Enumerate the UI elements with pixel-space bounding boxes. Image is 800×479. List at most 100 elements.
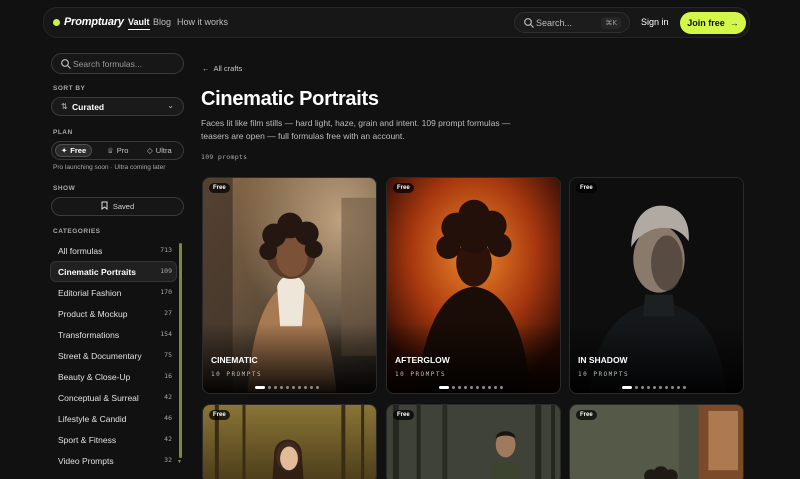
chevron-down-icon: ⌄ — [167, 101, 174, 110]
category-count: 42 — [164, 393, 172, 401]
page-title: Cinematic Portraits — [201, 88, 379, 110]
free-badge: Free — [393, 183, 414, 193]
category-name: Street & Documentary — [58, 351, 142, 361]
free-badge: Free — [209, 410, 230, 420]
categories-label: CATEGORIES — [53, 228, 101, 235]
sidebar-scrollbar[interactable] — [179, 243, 182, 458]
search-placeholder: Search formulas... — [73, 59, 142, 69]
arrow-left-icon: ← — [202, 64, 210, 73]
free-badge: Free — [576, 410, 597, 420]
category-count: 32 — [164, 456, 172, 464]
carousel-dots[interactable] — [622, 386, 686, 389]
nav-link-blog[interactable]: Blog — [153, 17, 171, 27]
card-prompt-count: 10 PROMPTS — [578, 371, 630, 378]
free-badge: Free — [576, 183, 597, 193]
category-item[interactable]: Beauty & Close-Up 16 — [50, 366, 177, 387]
collection-card[interactable]: Free — [569, 404, 744, 479]
category-name: All formulas — [58, 246, 103, 256]
sort-by-label: SORT BY — [53, 85, 86, 92]
category-name: Lifestyle & Candid — [58, 414, 127, 424]
bookmark-icon — [101, 201, 108, 212]
category-count: 27 — [164, 309, 172, 317]
card-title: CINEMATIC — [211, 355, 258, 365]
category-count: 170 — [160, 288, 172, 296]
card-title: AFTERGLOW — [395, 355, 450, 365]
category-count: 109 — [160, 267, 172, 275]
category-count: 154 — [160, 330, 172, 338]
search-icon — [524, 18, 534, 28]
category-item[interactable]: Lifestyle & Candid 46 — [50, 408, 177, 429]
card-title: IN SHADOW — [578, 355, 628, 365]
signin-link[interactable]: Sign in — [641, 17, 669, 27]
nav-link-vault[interactable]: Vault — [128, 17, 150, 30]
crown-icon: ♕ — [107, 146, 114, 155]
search-shortcut: ⌘K — [601, 17, 621, 29]
sort-icon: ⇅ — [61, 102, 68, 111]
collection-card-cinematic[interactable]: Free CINEMATIC 10 PROMPTS — [202, 177, 377, 394]
category-name: Transformations — [58, 330, 120, 340]
saved-label: Saved — [112, 202, 135, 211]
category-name: Video Prompts — [58, 456, 114, 466]
carousel-dots[interactable] — [255, 386, 319, 389]
category-item[interactable]: Video Prompts 32 — [50, 450, 177, 471]
carousel-dots[interactable] — [439, 386, 503, 389]
card-prompt-count: 10 PROMPTS — [395, 371, 447, 378]
category-list: All formulas 713 Cinematic Portraits 109 E… — [50, 240, 177, 471]
free-badge: Free — [393, 410, 414, 420]
collection-card[interactable]: Free — [202, 404, 377, 479]
category-item[interactable]: Sport & Fitness 42 — [50, 429, 177, 450]
category-item-active[interactable]: Cinematic Portraits 109 — [50, 261, 177, 282]
plan-ultra-label: Ultra — [155, 146, 172, 155]
sort-value: Curated — [72, 102, 105, 112]
arrow-right-icon: → — [729, 18, 739, 28]
plan-selector: ✦ Free ♕ Pro ◇ Ultra — [51, 141, 184, 160]
logo[interactable]: Promptuary — [64, 16, 124, 28]
category-item[interactable]: Product & Mockup 27 — [50, 303, 177, 324]
join-free-label: Join free — [687, 18, 725, 28]
category-item[interactable]: Conceptual & Surreal 42 — [50, 387, 177, 408]
diamond-icon: ◇ — [147, 146, 153, 155]
category-name: Sport & Fitness — [58, 435, 117, 445]
plan-free-label: Free — [70, 146, 87, 155]
saved-filter-button[interactable]: Saved — [51, 197, 184, 216]
free-badge: Free — [209, 183, 230, 193]
category-count: 42 — [164, 435, 172, 443]
category-item[interactable]: Street & Documentary 75 — [50, 345, 177, 366]
search-icon — [61, 59, 71, 69]
prompt-count: 109 prompts — [201, 153, 248, 161]
category-name: Beauty & Close-Up — [58, 372, 131, 382]
page-description: Faces lit like film stills — hard light,… — [201, 118, 511, 141]
top-navbar: Promptuary Vault Blog How it works Searc… — [43, 7, 750, 38]
collection-card-afterglow[interactable]: Free AFTERGLOW 10 PROMPTS — [386, 177, 561, 394]
plan-label: PLAN — [53, 129, 73, 136]
category-count: 75 — [164, 351, 172, 359]
category-name: Product & Mockup — [58, 309, 128, 319]
scroll-down-icon[interactable]: ▼ — [177, 459, 182, 465]
plan-note: Pro launching soon · Ultra coming later — [53, 164, 166, 171]
category-count: 16 — [164, 372, 172, 380]
nav-search-button[interactable]: Search... ⌘K — [514, 12, 630, 33]
logo-dot-icon — [53, 19, 60, 26]
nav-link-how-it-works[interactable]: How it works — [177, 17, 228, 27]
search-label: Search... — [536, 18, 573, 28]
plan-option-pro[interactable]: ♕ Pro — [107, 144, 128, 157]
back-label: All crafts — [213, 64, 243, 73]
formula-search-input[interactable]: Search formulas... — [51, 53, 184, 74]
category-item[interactable]: Editorial Fashion 170 — [50, 282, 177, 303]
plan-option-ultra[interactable]: ◇ Ultra — [147, 144, 172, 157]
sparkle-icon: ✦ — [61, 146, 68, 155]
category-name: Cinematic Portraits — [58, 267, 136, 277]
plan-option-free[interactable]: ✦ Free — [55, 144, 93, 157]
category-item[interactable]: All formulas 713 — [50, 240, 177, 261]
plan-pro-label: Pro — [116, 146, 129, 155]
join-free-button[interactable]: Join free → — [680, 12, 746, 34]
back-to-all-crafts-link[interactable]: ← All crafts — [202, 64, 242, 73]
category-count: 713 — [160, 246, 172, 254]
collection-card[interactable]: Free — [386, 404, 561, 479]
category-count: 46 — [164, 414, 172, 422]
card-prompt-count: 10 PROMPTS — [211, 371, 263, 378]
sort-select[interactable]: ⇅ Curated ⌄ — [51, 97, 184, 116]
collection-card-in-shadow[interactable]: Free IN SHADOW 10 PROMPTS — [569, 177, 744, 394]
category-name: Editorial Fashion — [58, 288, 122, 298]
category-item[interactable]: Transformations 154 — [50, 324, 177, 345]
